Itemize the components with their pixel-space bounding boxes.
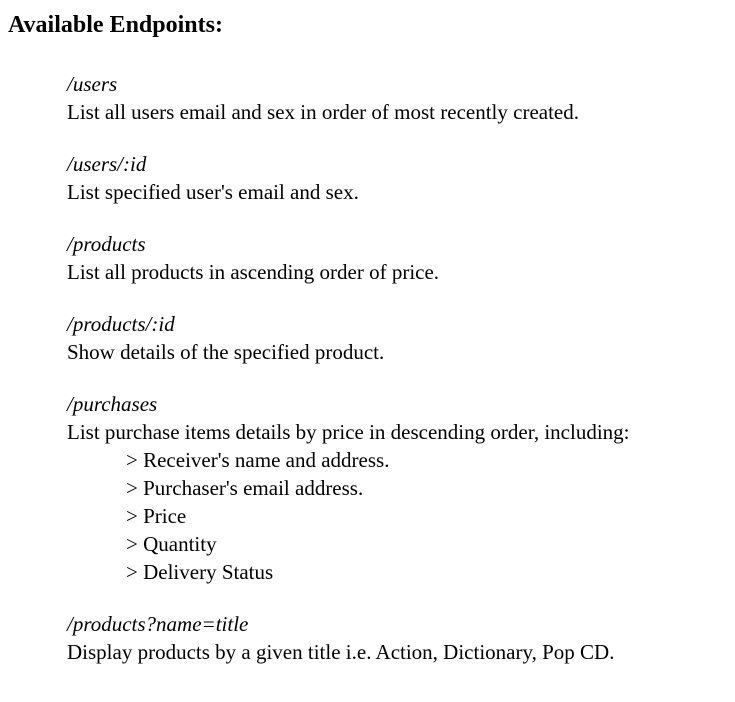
endpoint-list: /users List all users email and sex in o… — [67, 70, 727, 690]
endpoint-path: /products?name=title — [67, 612, 249, 636]
page-title: Available Endpoints: — [8, 12, 223, 38]
detail-item-delivery-status: > Delivery Status — [126, 560, 274, 584]
endpoint-path: /products/:id — [67, 312, 175, 336]
endpoint-description: Display products by a given title i.e. A… — [67, 640, 615, 664]
detail-item-price: > Price — [126, 504, 187, 528]
endpoint-description: Show details of the specified product. — [67, 340, 385, 364]
endpoint-users: /users List all users email and sex in o… — [67, 70, 727, 126]
detail-item-quantity: > Quantity — [126, 532, 217, 556]
detail-item-receiver: > Receiver's name and address. — [126, 448, 390, 472]
detail-item-purchaser-email: > Purchaser's email address. — [126, 476, 364, 500]
endpoint-description: List specified user's email and sex. — [67, 180, 359, 204]
endpoint-products-by-name: /products?name=title Display products by… — [67, 610, 727, 666]
endpoint-path: /products — [67, 232, 146, 256]
endpoint-description: List all products in ascending order of … — [67, 260, 440, 284]
endpoint-products: /products List all products in ascending… — [67, 230, 727, 286]
endpoint-path: /users — [67, 72, 118, 96]
endpoint-path: /purchases — [67, 392, 158, 416]
endpoint-product-by-id: /products/:id Show details of the specif… — [67, 310, 727, 366]
endpoint-path: /users/:id — [67, 152, 147, 176]
endpoint-description: List all users email and sex in order of… — [67, 100, 579, 124]
endpoint-user-by-id: /users/:id List specified user's email a… — [67, 150, 727, 206]
purchase-detail-list: > Receiver's name and address. > Purchas… — [67, 446, 727, 586]
endpoint-purchases: /purchases List purchase items details b… — [67, 390, 727, 586]
endpoint-description: List purchase items details by price in … — [67, 420, 630, 444]
